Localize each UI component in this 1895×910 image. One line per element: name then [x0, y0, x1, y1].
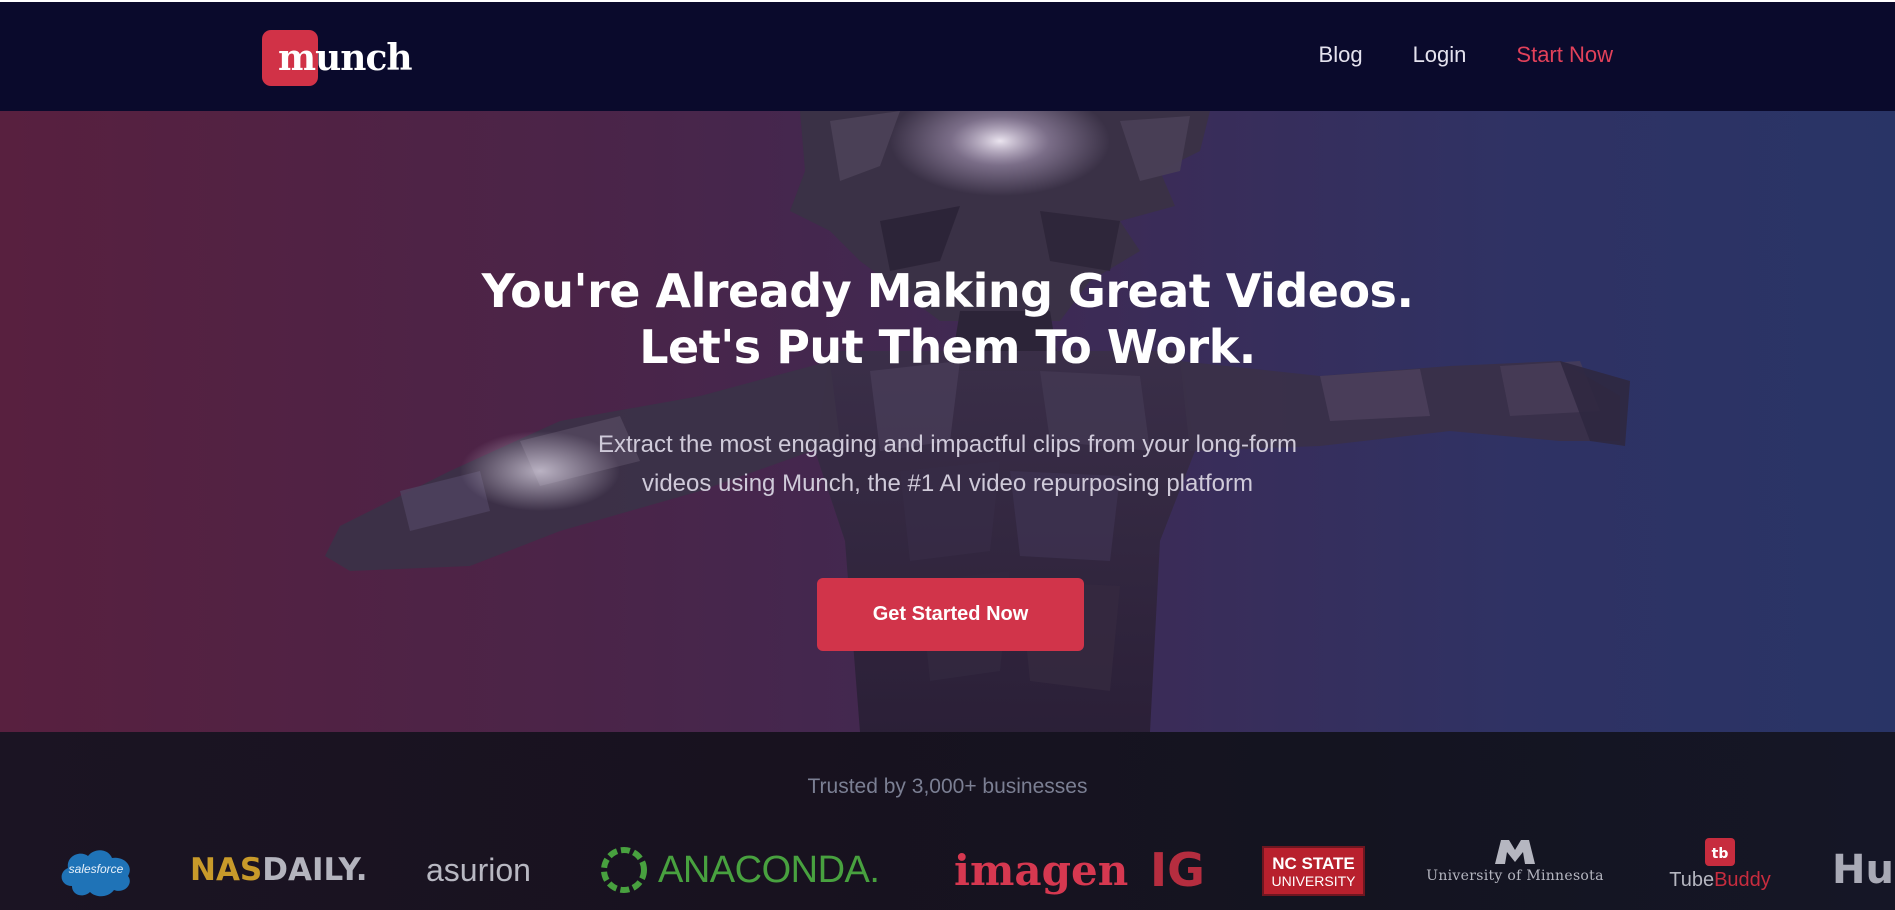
salesforce-logo: salesforce	[58, 846, 134, 898]
hero-headline-line2: Let's Put Them To Work.	[639, 320, 1256, 374]
anaconda-logo: ANACONDA.	[598, 842, 880, 898]
ig-logo: IG	[1150, 843, 1205, 897]
nc-state-logo: NC STATE UNIVERSITY	[1262, 846, 1365, 896]
hero-subheading: Extract the most engaging and impactful …	[0, 425, 1895, 503]
tubebuddy-part1: Tube	[1669, 869, 1715, 891]
customer-logo-row: salesforce NAS DAILY. asurion ANACONDA. i…	[0, 838, 1895, 910]
nasdaily-logo: NAS DAILY.	[190, 846, 368, 894]
get-started-button[interactable]: Get Started Now	[817, 578, 1084, 651]
top-navbar: munch Blog Login Start Now	[0, 0, 1895, 111]
anaconda-ring-icon	[601, 847, 647, 893]
minnesota-m-icon	[1495, 840, 1535, 864]
nc-state-line2: UNIVERSITY	[1271, 872, 1356, 889]
imagen-logo: imagen	[954, 845, 1129, 895]
hero-headline: You're Already Making Great Videos. Let'…	[0, 263, 1895, 375]
tubebuddy-label: TubeBuddy	[1669, 869, 1771, 892]
hero-subheading-line1: Extract the most engaging and impactful …	[598, 431, 1297, 458]
nav-link-blog[interactable]: Blog	[1319, 42, 1363, 68]
anaconda-label: ANACONDA.	[658, 848, 880, 891]
tubebuddy-logo: tb TubeBuddy	[1666, 838, 1774, 898]
umn-label: University of Minnesota	[1426, 868, 1604, 884]
hero-section: You're Already Making Great Videos. Let'…	[0, 111, 1895, 732]
nasdaily-part1: NAS	[190, 852, 263, 888]
tubebuddy-badge-icon: tb	[1705, 838, 1735, 866]
trusted-by-section: Trusted by 3,000+ businesses salesforce …	[0, 732, 1895, 910]
nav-links: Blog Login Start Now	[1319, 42, 1613, 68]
university-of-minnesota-logo: University of Minnesota	[1424, 838, 1606, 898]
nav-link-login[interactable]: Login	[1413, 42, 1467, 68]
nc-state-line1: NC STATE	[1272, 853, 1355, 873]
svg-text:tb: tb	[1712, 846, 1729, 862]
tubebuddy-part2: Buddy	[1714, 869, 1771, 891]
hero-subheading-line2: videos using Munch, the #1 AI video repu…	[641, 470, 1254, 497]
nasdaily-part2: DAILY.	[262, 852, 368, 888]
nav-link-start-now[interactable]: Start Now	[1516, 42, 1613, 68]
asurion-logo: asurion	[426, 851, 531, 888]
munch-logo[interactable]: munch	[262, 30, 413, 86]
salesforce-label: salesforce	[68, 862, 124, 876]
hub-logo: Hub	[1832, 847, 1895, 893]
logo-text: munch	[278, 37, 413, 79]
trusted-by-title: Trusted by 3,000+ businesses	[807, 775, 1088, 798]
hero-headline-line1: You're Already Making Great Videos.	[481, 264, 1414, 318]
